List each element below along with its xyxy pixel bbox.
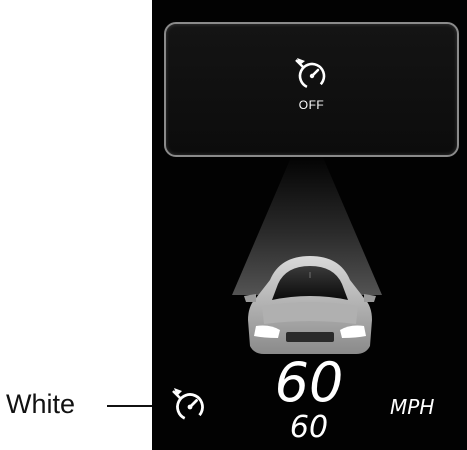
set-speed: 60 [289, 410, 329, 445]
lead-vehicle-car-icon [244, 256, 376, 354]
speed-unit: MPH [390, 395, 435, 419]
callout-label: White [6, 389, 76, 419]
instrument-display: OFF 60 60 MPH [152, 0, 467, 450]
cruise-status-popup: OFF [164, 22, 459, 157]
cruise-control-indicator-icon [172, 388, 204, 421]
cruise-status-text: OFF [298, 98, 325, 112]
cruise-control-icon [295, 58, 326, 90]
current-speed: 60 [274, 351, 344, 414]
